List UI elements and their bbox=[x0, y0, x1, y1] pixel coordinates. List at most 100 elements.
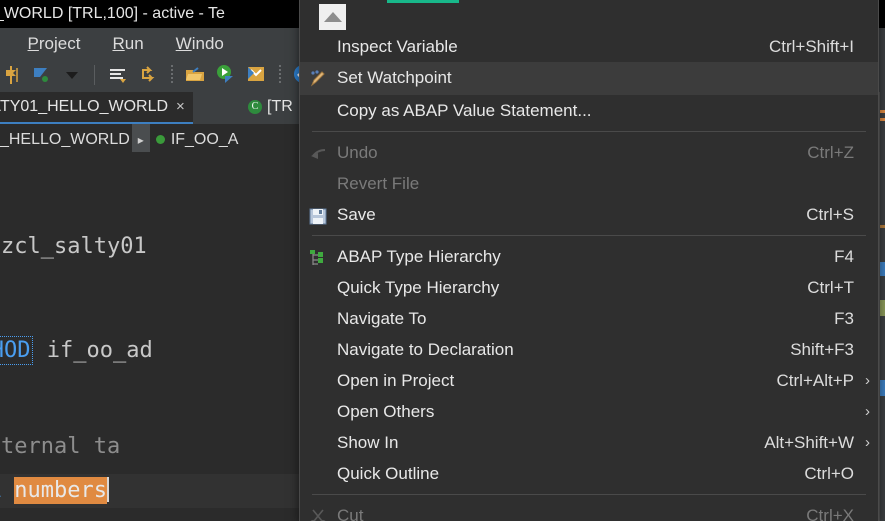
menu-set-watchpoint[interactable]: Set Watchpoint bbox=[300, 62, 878, 95]
menu-navigate-to-accelerator: F3 bbox=[834, 303, 854, 334]
toolbar-dotted-separator bbox=[171, 65, 173, 85]
menu-quick-type-hierarchy-label: Quick Type Hierarchy bbox=[337, 272, 499, 303]
marker-orange-3 bbox=[880, 225, 885, 228]
triangle-up-icon bbox=[324, 12, 342, 22]
marker-orange-2 bbox=[880, 118, 885, 121]
menu-save[interactable]: Save Ctrl+S bbox=[300, 199, 878, 230]
cut-icon bbox=[308, 506, 328, 521]
chevron-right-icon: › bbox=[865, 396, 870, 427]
menu-scroll-up-button[interactable] bbox=[319, 4, 346, 30]
context-menu[interactable]: Inspect Variable Ctrl+Shift+I Set Watchpoi… bbox=[299, 0, 879, 521]
marker-olive-1 bbox=[880, 300, 885, 316]
menu-revert-file: Revert File bbox=[300, 168, 878, 199]
marker-orange-1 bbox=[880, 110, 885, 113]
menu-abap-type-hierarchy-label: ABAP Type Hierarchy bbox=[337, 241, 501, 272]
dropdown-arrow-icon[interactable] bbox=[61, 62, 83, 88]
format-source-icon[interactable] bbox=[107, 62, 129, 88]
toolbar-separator bbox=[94, 65, 95, 85]
menubar-project[interactable]: Project bbox=[12, 28, 97, 59]
tab-hello-world-label: _SALTY01_HELLO_WORLD bbox=[0, 98, 168, 115]
menu-inspect-variable-accelerator: Ctrl+Shift+I bbox=[769, 31, 854, 62]
menu-show-in-accelerator: Alt+Shift+W bbox=[764, 427, 854, 458]
code-token-classname: zcl_salty01 bbox=[1, 234, 147, 259]
tab-hello-world[interactable]: _SALTY01_HELLO_WORLD × bbox=[0, 92, 193, 124]
menu-quick-outline[interactable]: Quick Outline Ctrl+O bbox=[300, 458, 878, 489]
menu-navigate-to-declaration[interactable]: Navigate to Declaration Shift+F3 bbox=[300, 334, 878, 365]
menu-open-others-label: Open Others bbox=[337, 396, 434, 427]
menu-open-in-project-label: Open in Project bbox=[337, 365, 454, 396]
menu-show-in-label: Show In bbox=[337, 427, 398, 458]
menu-separator bbox=[312, 494, 866, 495]
debug-variable-icon[interactable] bbox=[30, 62, 52, 88]
menu-inspect-variable-label: Inspect Variable bbox=[337, 31, 458, 62]
save-icon bbox=[308, 205, 328, 225]
menu-show-in[interactable]: Show In Alt+Shift+W › bbox=[300, 427, 878, 458]
menu-quick-outline-label: Quick Outline bbox=[337, 458, 439, 489]
marker-blue bbox=[880, 262, 885, 276]
menu-cut: Cut Ctrl+X bbox=[300, 500, 878, 521]
breadcrumb-part1[interactable]: LTY01_HELLO_WORLD bbox=[0, 131, 130, 148]
menu-set-watchpoint-label: Set Watchpoint bbox=[337, 62, 452, 93]
undo-icon bbox=[308, 143, 328, 163]
menu-navigate-to[interactable]: Navigate To F3 bbox=[300, 303, 878, 334]
marker-blue-2 bbox=[880, 380, 885, 396]
mnemonic: W bbox=[176, 34, 192, 53]
menu-open-in-project-accelerator: Ctrl+Alt+P bbox=[777, 365, 854, 396]
menu-inspect-variable[interactable]: Inspect Variable Ctrl+Shift+I bbox=[300, 31, 878, 62]
menu-abap-type-hierarchy[interactable]: ABAP Type Hierarchy F4 bbox=[300, 241, 878, 272]
mnemonic: P bbox=[28, 34, 39, 53]
chevron-right-icon: › bbox=[865, 427, 870, 458]
tab-second-label: [TR bbox=[267, 98, 293, 115]
code-line-3: " Internal ta bbox=[0, 430, 120, 464]
menu-undo-label: Undo bbox=[337, 137, 378, 168]
menu-quick-type-hierarchy[interactable]: Quick Type Hierarchy Ctrl+T bbox=[300, 272, 878, 303]
accent-strip bbox=[387, 0, 459, 3]
method-dot-icon bbox=[156, 135, 165, 144]
code-line-2: METHOD if_oo_ad bbox=[0, 334, 153, 368]
watchpoint-icon bbox=[308, 68, 328, 88]
menu-save-accelerator: Ctrl+S bbox=[806, 199, 854, 230]
tab-close-icon[interactable]: × bbox=[176, 98, 185, 115]
abap-class-icon: C bbox=[248, 100, 262, 114]
menu-save-label: Save bbox=[337, 199, 376, 230]
menu-copy-as-abap-value-statement-label: Copy as ABAP Value Statement... bbox=[337, 95, 592, 126]
screen: ELLO_WORLD [TRL,100] - active - Te earch… bbox=[0, 0, 885, 521]
code-line-1: ASS zcl_salty01 bbox=[0, 230, 147, 264]
open-abap-icon[interactable] bbox=[245, 62, 267, 88]
menu-navigate-to-declaration-accelerator: Shift+F3 bbox=[790, 334, 854, 365]
menu-undo: Undo Ctrl+Z bbox=[300, 137, 878, 168]
window-title: ELLO_WORLD [TRL,100] - active - Te bbox=[0, 0, 225, 28]
toggle-breakpoint-icon[interactable] bbox=[0, 62, 22, 88]
run-icon[interactable] bbox=[215, 62, 237, 88]
share-link-icon[interactable] bbox=[137, 62, 159, 88]
open-folder-icon[interactable] bbox=[184, 62, 206, 88]
breadcrumb-expand-icon[interactable]: ▸ bbox=[132, 124, 150, 152]
text-caret bbox=[107, 477, 109, 502]
menu-revert-file-label: Revert File bbox=[337, 168, 419, 199]
menu-undo-accelerator: Ctrl+Z bbox=[807, 137, 854, 168]
code-token-selected-variable[interactable]: numbers bbox=[14, 477, 107, 504]
code-token-method: METHOD bbox=[0, 336, 33, 365]
menu-open-others[interactable]: Open Others › bbox=[300, 396, 878, 427]
code-token-methodname: if_oo_ad bbox=[33, 338, 152, 363]
menu-navigate-to-declaration-label: Navigate to Declaration bbox=[337, 334, 514, 365]
type-hierarchy-icon bbox=[308, 247, 328, 267]
menubar-window[interactable]: Windo bbox=[160, 28, 240, 59]
menu-cut-accelerator: Ctrl+X bbox=[806, 500, 854, 521]
breadcrumb-part2[interactable]: IF_OO_A bbox=[171, 131, 239, 148]
menu-navigate-to-label: Navigate To bbox=[337, 303, 426, 334]
menu-open-in-project[interactable]: Open in Project Ctrl+Alt+P › bbox=[300, 365, 878, 396]
tab-second[interactable]: C [TR bbox=[240, 92, 301, 122]
code-token-comment: " Internal ta bbox=[0, 434, 120, 459]
menu-copy-as-abap-value-statement[interactable]: Copy as ABAP Value Statement... bbox=[300, 95, 878, 126]
menu-separator bbox=[312, 235, 866, 236]
toolbar-dotted-separator-2 bbox=[279, 65, 281, 85]
code-token-data: DATA bbox=[0, 478, 14, 503]
menu-quick-outline-accelerator: Ctrl+O bbox=[804, 458, 854, 489]
menu-cut-label: Cut bbox=[337, 500, 363, 521]
menubar-search[interactable]: earch bbox=[0, 28, 12, 59]
menu-abap-type-hierarchy-accelerator: F4 bbox=[834, 241, 854, 272]
menubar-run[interactable]: Run bbox=[96, 28, 159, 59]
chevron-right-icon: › bbox=[865, 365, 870, 396]
menu-quick-type-hierarchy-accelerator: Ctrl+T bbox=[807, 272, 854, 303]
